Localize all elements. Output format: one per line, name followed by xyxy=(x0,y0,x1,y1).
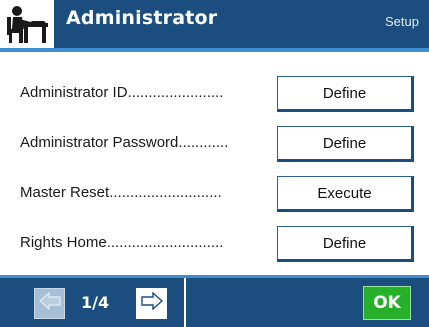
title-bar: Administrator Setup xyxy=(0,0,429,52)
setting-row-rights-home: Rights Home............................ … xyxy=(0,222,429,266)
page-title: Administrator xyxy=(66,7,218,29)
setting-row-master-reset: Master Reset........................... … xyxy=(0,172,429,216)
execute-master-reset-button[interactable]: Execute xyxy=(277,176,414,212)
define-rights-home-button[interactable]: Define xyxy=(277,226,414,262)
arrow-left-icon xyxy=(38,291,61,315)
context-label: Setup xyxy=(385,14,419,29)
next-page-button[interactable] xyxy=(136,288,167,319)
define-administrator-password-button[interactable]: Define xyxy=(277,126,414,162)
setting-label: Rights Home............................ xyxy=(20,234,224,251)
admin-settings-screen: Administrator Setup Administrator ID....… xyxy=(0,0,429,327)
ok-button[interactable]: OK xyxy=(363,286,411,320)
page-indicator: 1/4 xyxy=(81,293,110,312)
setting-row-administrator-id: Administrator ID....................... … xyxy=(0,72,429,116)
footer-bar: 1/4 OK xyxy=(0,275,429,327)
arrow-right-icon xyxy=(140,291,163,315)
administrator-icon xyxy=(0,0,56,48)
setting-label: Master Reset........................... xyxy=(20,184,222,201)
footer-divider xyxy=(184,278,186,327)
setting-row-administrator-password: Administrator Password............ Defin… xyxy=(0,122,429,166)
setting-label: Administrator ID....................... xyxy=(20,84,224,101)
previous-page-button[interactable] xyxy=(34,288,65,319)
setting-label: Administrator Password............ xyxy=(20,134,229,151)
define-administrator-id-button[interactable]: Define xyxy=(277,76,414,112)
